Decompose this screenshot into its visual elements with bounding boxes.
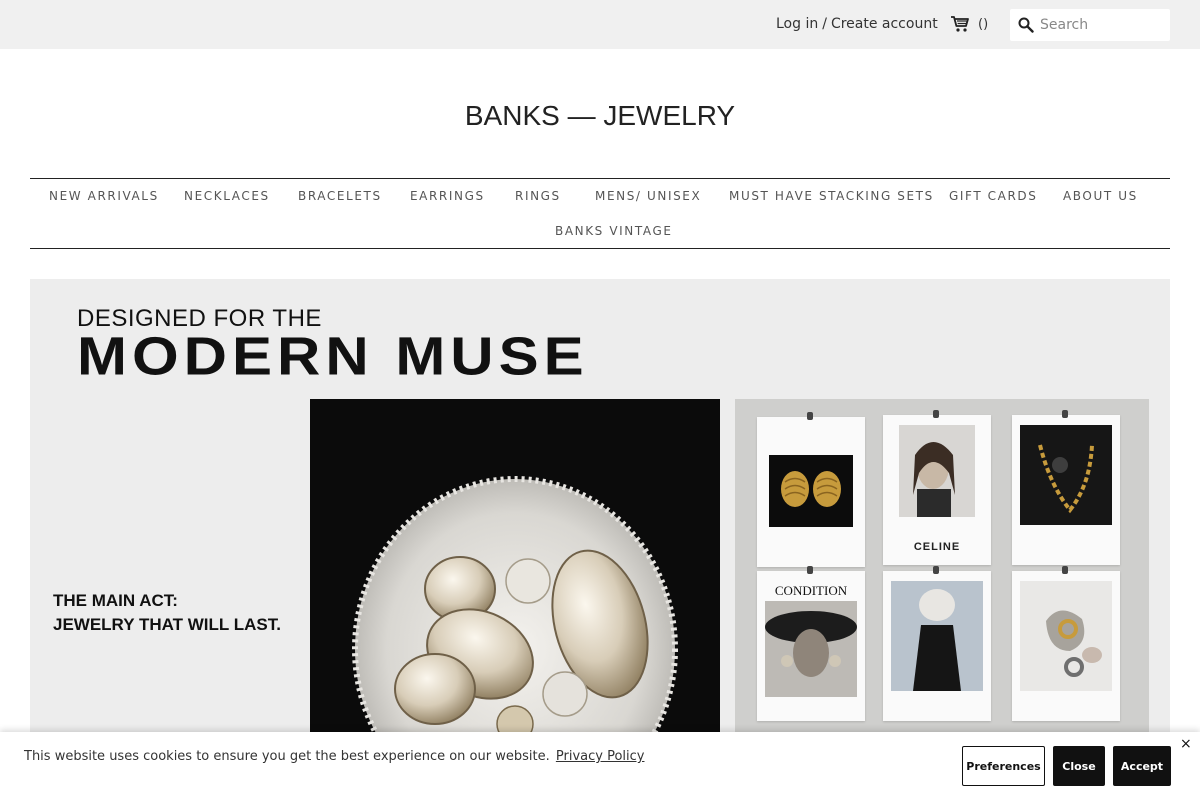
login-link[interactable]: Log in	[776, 16, 818, 32]
hero-tagline-line2: JEWELRY THAT WILL LAST.	[53, 615, 281, 634]
nav-bracelets[interactable]: BRACELETS	[298, 189, 382, 203]
hero-title: MODERN MUSE	[77, 325, 589, 387]
portrait-icon	[899, 425, 975, 517]
nav-stacking-sets[interactable]: MUST HAVE STACKING SETS	[729, 189, 934, 203]
close-button[interactable]: Close	[1053, 746, 1105, 786]
cart-link[interactable]: ()	[950, 15, 988, 33]
nav-rings[interactable]: RINGS	[515, 189, 561, 203]
site-logo[interactable]: BANKS — JEWELRY	[0, 100, 1200, 132]
hero-tagline: THE MAIN ACT: JEWELRY THAT WILL LAST.	[53, 589, 281, 637]
main-nav: NEW ARRIVALS NECKLACES BRACELETS EARRING…	[30, 178, 1170, 249]
pin-icon	[933, 566, 939, 574]
search-box	[1010, 9, 1170, 41]
nav-mens-unisex[interactable]: MENS/ UNISEX	[595, 189, 701, 203]
card-caption-condition: CONDITION	[774, 583, 848, 598]
cookie-banner: This website uses cookies to ensure you …	[0, 732, 1200, 800]
create-account-link[interactable]: Create account	[831, 16, 938, 32]
moodboard-card	[883, 566, 991, 721]
moodboard-card	[1012, 566, 1120, 721]
pin-icon	[1062, 566, 1068, 574]
nav-banks-vintage[interactable]: BANKS VINTAGE	[555, 224, 673, 238]
cart-count: ()	[978, 16, 989, 32]
nav-necklaces[interactable]: NECKLACES	[184, 189, 270, 203]
earrings-icon	[769, 455, 853, 527]
necklace-icon	[1020, 425, 1112, 525]
nav-earrings[interactable]: EARRINGS	[410, 189, 485, 203]
account-separator: /	[822, 16, 827, 32]
account-links: Log in / Create account	[776, 16, 938, 32]
top-bar: Log in / Create account ()	[0, 0, 1200, 49]
preferences-button[interactable]: Preferences	[962, 746, 1045, 786]
pin-icon	[1062, 410, 1068, 418]
cookie-message-container: This website uses cookies to ensure you …	[24, 749, 644, 764]
moodboard-card-condition: CONDITION	[757, 566, 865, 721]
search-input[interactable]	[1040, 9, 1166, 41]
moodboard-card	[1012, 410, 1120, 565]
accept-button[interactable]: Accept	[1113, 746, 1171, 786]
privacy-policy-link[interactable]: Privacy Policy	[556, 749, 645, 764]
nav-gift-cards[interactable]: GIFT CARDS	[949, 189, 1037, 203]
nav-new-arrivals[interactable]: NEW ARRIVALS	[49, 189, 159, 203]
search-icon[interactable]	[1018, 17, 1034, 33]
pin-icon	[807, 566, 813, 574]
nav-about-us[interactable]: ABOUT US	[1063, 189, 1138, 203]
moodboard-card	[757, 412, 865, 567]
shell-dish-photo	[310, 399, 720, 739]
pin-icon	[933, 410, 939, 418]
hero-banner[interactable]: DESIGNED FOR THE MODERN MUSE THE MAIN AC…	[30, 279, 1170, 739]
pin-icon	[807, 412, 813, 420]
moodboard-photo: CELINE CONDITION	[735, 399, 1149, 739]
ring-stone-icon	[1020, 581, 1112, 691]
cookie-message: This website uses cookies to ensure you …	[24, 749, 550, 764]
cart-icon	[951, 16, 969, 32]
moodboard-card-celine: CELINE	[883, 410, 991, 565]
card-caption-celine: CELINE	[913, 541, 961, 553]
model-icon	[891, 581, 983, 691]
close-icon[interactable]: ×	[1180, 736, 1192, 752]
hero-tagline-line1: THE MAIN ACT:	[53, 591, 178, 610]
hat-portrait-icon	[765, 601, 857, 697]
